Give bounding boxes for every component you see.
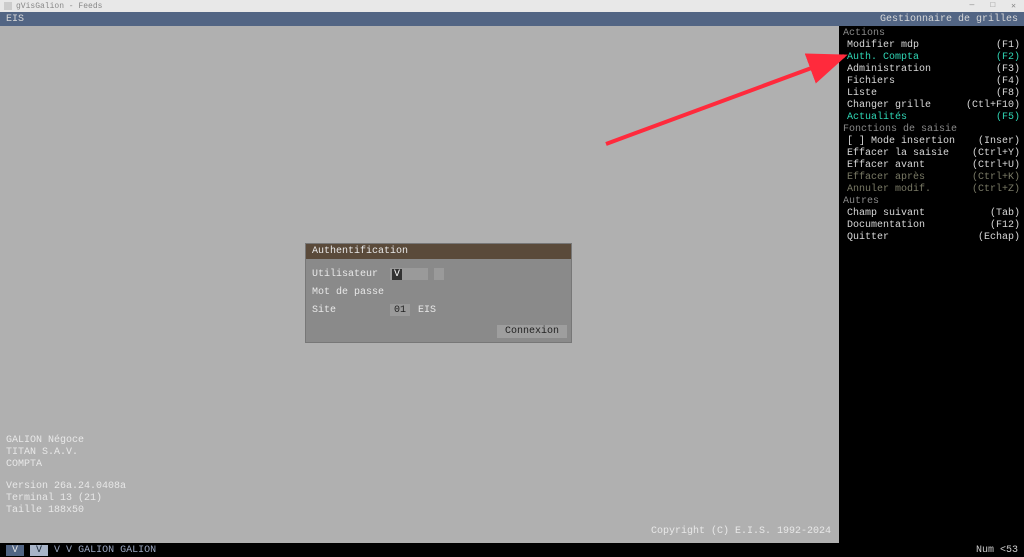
window-title: gVisGalion - Feeds (16, 2, 102, 11)
annotation-arrow-icon (596, 44, 856, 154)
side-item-changer-grille[interactable]: Changer grille(Ctl+F10) (839, 100, 1024, 112)
copyright: Copyright (C) E.I.S. 1992-2024 (651, 526, 831, 537)
status-tag[interactable]: GALION (120, 545, 156, 556)
side-item-fichiers[interactable]: Fichiers(F4) (839, 76, 1024, 88)
side-item-effacer-apres: Effacer après(Ctrl+K) (839, 172, 1024, 184)
close-button[interactable]: ✕ (1007, 1, 1020, 11)
statusbar: V V V V GALION GALION Num <53 (0, 543, 1024, 557)
side-item-effacer-avant[interactable]: Effacer avant(Ctrl+U) (839, 160, 1024, 172)
app-titlebar: EIS Gestionnaire de grilles (0, 12, 1024, 26)
info-line: TITAN S.A.V. (6, 447, 126, 459)
help-sidebar: Actions Modifier mdp(F1) Auth. Compta(F2… (839, 26, 1024, 543)
info-line: COMPTA (6, 459, 126, 471)
side-item-liste[interactable]: Liste(F8) (839, 88, 1024, 100)
info-line: Taille 188x50 (6, 505, 126, 517)
minimize-button[interactable]: — (966, 1, 979, 11)
auth-dialog: Authentification Utilisateur V Mot de pa… (306, 244, 571, 342)
info-line: Terminal 13 (21) (6, 493, 126, 505)
side-item-quitter[interactable]: Quitter(Echap) (839, 232, 1024, 244)
side-item-documentation[interactable]: Documentation(F12) (839, 220, 1024, 232)
site-label: Site (312, 305, 390, 316)
side-item-effacer-saisie[interactable]: Effacer la saisie(Ctrl+Y) (839, 148, 1024, 160)
status-tag[interactable]: V (66, 545, 72, 556)
status-tag[interactable]: V (54, 545, 60, 556)
titlebar-right: Gestionnaire de grilles (880, 14, 1018, 25)
maximize-button[interactable]: □ (986, 1, 999, 11)
info-line: GALION Négoce (6, 435, 126, 447)
site-name: EIS (418, 305, 436, 316)
status-tag[interactable]: V (6, 545, 24, 556)
connect-button[interactable]: Connexion (497, 325, 567, 338)
side-item-champ-suivant[interactable]: Champ suivant(Tab) (839, 208, 1024, 220)
side-item-mode-insertion[interactable]: [ ] Mode insertion(Inser) (839, 136, 1024, 148)
side-item-auth-compta[interactable]: Auth. Compta(F2) (839, 52, 1024, 64)
app-root: EIS Gestionnaire de grilles Authentifica… (0, 12, 1024, 557)
workspace: Authentification Utilisateur V Mot de pa… (0, 26, 839, 543)
auth-title: Authentification (306, 244, 571, 259)
titlebar-left: EIS (6, 14, 24, 25)
site-code-input[interactable]: 01 (390, 304, 410, 316)
user-flag-field[interactable] (434, 268, 444, 280)
info-block: GALION Négoce TITAN S.A.V. COMPTA Versio… (6, 435, 126, 517)
user-label: Utilisateur (312, 269, 390, 280)
app-icon (4, 2, 12, 10)
side-item-modifier-mdp[interactable]: Modifier mdp(F1) (839, 40, 1024, 52)
os-window-chrome: gVisGalion - Feeds — □ ✕ (0, 0, 1024, 12)
password-label: Mot de passe (312, 287, 390, 298)
side-heading: Autres (839, 196, 1024, 208)
side-item-administration[interactable]: Administration(F3) (839, 64, 1024, 76)
info-line: Version 26a.24.0408a (6, 481, 126, 493)
user-input[interactable]: V (390, 268, 428, 280)
side-item-actualites[interactable]: Actualités(F5) (839, 112, 1024, 124)
side-item-annuler-modif: Annuler modif.(Ctrl+Z) (839, 184, 1024, 196)
side-heading: Fonctions de saisie (839, 124, 1024, 136)
status-tag[interactable]: GALION (78, 545, 114, 556)
side-heading: Actions (839, 28, 1024, 40)
status-tag-active[interactable]: V (30, 545, 48, 556)
status-right: Num <53 (976, 545, 1018, 556)
